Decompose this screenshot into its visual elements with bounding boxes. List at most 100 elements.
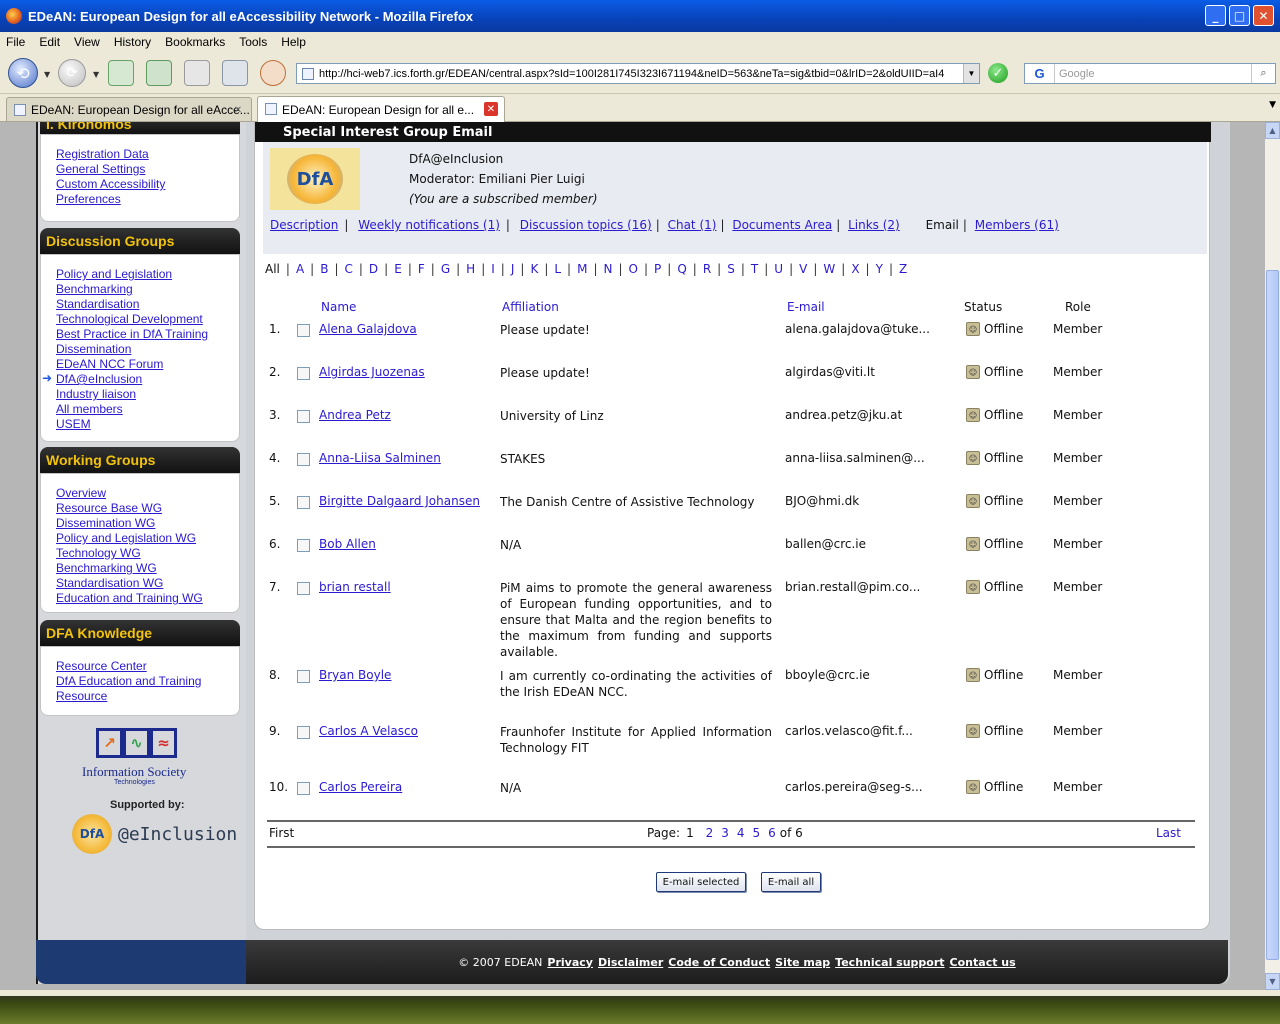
user-link-2[interactable]: Custom Accessibility [56, 177, 239, 192]
reload-icon[interactable] [146, 60, 172, 86]
stop-icon[interactable] [184, 60, 210, 86]
tab-list-icon[interactable]: ▼ [1269, 100, 1276, 110]
menu-edit[interactable]: Edit [39, 35, 60, 49]
pager-page-link[interactable]: 5 [752, 826, 760, 840]
row-checkbox[interactable] [297, 726, 310, 739]
row-checkbox[interactable] [297, 410, 310, 423]
discussion-group-link-9[interactable]: All members [56, 402, 239, 417]
subnav-discussion-topics[interactable]: Discussion topics (16) [520, 218, 652, 232]
maximize-button[interactable]: □ [1229, 5, 1250, 26]
forward-arrow-icon[interactable]: ⟳ [58, 59, 86, 87]
alphabet-letter[interactable]: E [394, 262, 402, 276]
working-group-link-3[interactable]: Policy and Legislation WG [56, 531, 239, 546]
member-name-link[interactable]: Algirdas Juozenas [319, 365, 425, 379]
subnav-chat[interactable]: Chat (1) [668, 218, 717, 232]
user-link-0[interactable]: Registration Data [56, 147, 239, 162]
column-name[interactable]: Name [321, 300, 356, 314]
discussion-group-link-6[interactable]: EDeAN NCC Forum [56, 357, 239, 372]
working-group-link-7[interactable]: Education and Training WG [56, 591, 239, 606]
email-selected-button[interactable]: E-mail selected [656, 872, 746, 892]
email-all-button[interactable]: E-mail all [761, 872, 821, 892]
alphabet-letter[interactable]: M [577, 262, 587, 276]
discussion-group-link-4[interactable]: Best Practice in DfA Training [56, 327, 239, 342]
scroll-thumb[interactable] [1266, 270, 1279, 960]
user-link-1[interactable]: General Settings [56, 162, 239, 177]
subnav-weekly-notifications[interactable]: Weekly notifications (1) [358, 218, 500, 232]
print-icon[interactable] [222, 60, 248, 86]
alphabet-letter[interactable]: Y [876, 262, 883, 276]
row-checkbox[interactable] [297, 539, 310, 552]
row-checkbox[interactable] [297, 453, 310, 466]
working-group-link-4[interactable]: Technology WG [56, 546, 239, 561]
back-history-dropdown-icon[interactable]: ▼ [44, 70, 50, 79]
row-checkbox[interactable] [297, 496, 310, 509]
pager-page-link[interactable]: 4 [737, 826, 745, 840]
working-group-link-1[interactable]: Resource Base WG [56, 501, 239, 516]
menu-file[interactable]: File [6, 35, 25, 49]
row-checkbox[interactable] [297, 782, 310, 795]
subnav-links[interactable]: Links (2) [848, 218, 900, 232]
close-tab-icon[interactable]: ✕ [231, 103, 245, 117]
alphabet-letter[interactable]: S [727, 262, 735, 276]
close-button[interactable]: ✕ [1253, 5, 1274, 26]
user-link-3[interactable]: Preferences [56, 192, 239, 207]
working-group-link-6[interactable]: Standardisation WG [56, 576, 239, 591]
footer-link[interactable]: Privacy [547, 956, 593, 969]
search-icon[interactable]: ⌕ [1251, 64, 1275, 83]
pager-page-link[interactable]: 6 [768, 826, 776, 840]
member-name-link[interactable]: brian restall [319, 580, 391, 594]
member-name-link[interactable]: Bob Allen [319, 537, 376, 551]
tab-1[interactable]: EDeAN: European Design for all eAcce... … [6, 97, 252, 121]
alphabet-letter[interactable]: P [654, 262, 661, 276]
alphabet-letter[interactable]: K [530, 262, 538, 276]
menu-history[interactable]: History [114, 35, 151, 49]
scroll-up-icon[interactable]: ▲ [1265, 122, 1280, 139]
footer-link[interactable]: Code of Conduct [668, 956, 770, 969]
alphabet-letter[interactable]: U [774, 262, 783, 276]
knowledge-link-0[interactable]: Resource Center [56, 659, 239, 674]
discussion-group-link-0[interactable]: Policy and Legislation [56, 267, 239, 282]
member-name-link[interactable]: Bryan Boyle [319, 668, 391, 682]
alphabet-letter[interactable]: F [418, 262, 425, 276]
url-bar[interactable]: http://hci-web7.ics.forth.gr/EDEAN/centr… [296, 63, 980, 84]
alphabet-letter[interactable]: Q [677, 262, 686, 276]
alphabet-letter[interactable]: X [851, 262, 859, 276]
alphabet-letter[interactable]: B [320, 262, 328, 276]
alphabet-letter[interactable]: O [629, 262, 638, 276]
pager-page-link[interactable]: 3 [721, 826, 729, 840]
row-checkbox[interactable] [297, 324, 310, 337]
search-bar[interactable]: G Google ⌕ [1024, 63, 1276, 84]
working-group-link-5[interactable]: Benchmarking WG [56, 561, 239, 576]
close-tab-icon[interactable]: ✕ [484, 102, 498, 116]
row-checkbox[interactable] [297, 582, 310, 595]
discussion-group-link-5[interactable]: Dissemination [56, 342, 239, 357]
search-engine-icon[interactable]: G [1025, 64, 1055, 83]
tab-2[interactable]: EDeAN: European Design for all e... ✕ [257, 96, 505, 122]
new-tab-icon[interactable] [108, 60, 134, 86]
vertical-scrollbar[interactable]: ▲ ▼ [1265, 122, 1280, 990]
discussion-group-link-10[interactable]: USEM [56, 417, 239, 432]
subnav-members[interactable]: Members (61) [975, 218, 1059, 232]
row-checkbox[interactable] [297, 670, 310, 683]
alphabet-letter[interactable]: W [823, 262, 835, 276]
alphabet-letter[interactable]: G [441, 262, 450, 276]
member-name-link[interactable]: Alena Galajdova [319, 322, 417, 336]
subnav-description[interactable]: Description [270, 218, 338, 232]
menu-bookmarks[interactable]: Bookmarks [165, 35, 225, 49]
knowledge-link-1[interactable]: DfA Education and Training [56, 674, 239, 689]
alphabet-letter[interactable]: I [491, 262, 495, 276]
column-email[interactable]: E-mail [787, 300, 825, 314]
footer-link[interactable]: Site map [775, 956, 830, 969]
column-affiliation[interactable]: Affiliation [502, 300, 559, 314]
pager-page-link[interactable]: 2 [706, 826, 714, 840]
member-name-link[interactable]: Anna-Liisa Salminen [319, 451, 441, 465]
alphabet-letter[interactable]: Z [899, 262, 907, 276]
minimize-button[interactable]: _ [1205, 5, 1226, 26]
footer-link[interactable]: Contact us [950, 956, 1016, 969]
search-placeholder[interactable]: Google [1055, 68, 1251, 80]
alphabet-letter[interactable]: H [466, 262, 475, 276]
back-arrow-icon[interactable]: ⟲ [8, 58, 38, 88]
alphabet-letter[interactable]: R [703, 262, 711, 276]
discussion-group-link-8[interactable]: Industry liaison [56, 387, 239, 402]
member-name-link[interactable]: Carlos A Velasco [319, 724, 418, 738]
